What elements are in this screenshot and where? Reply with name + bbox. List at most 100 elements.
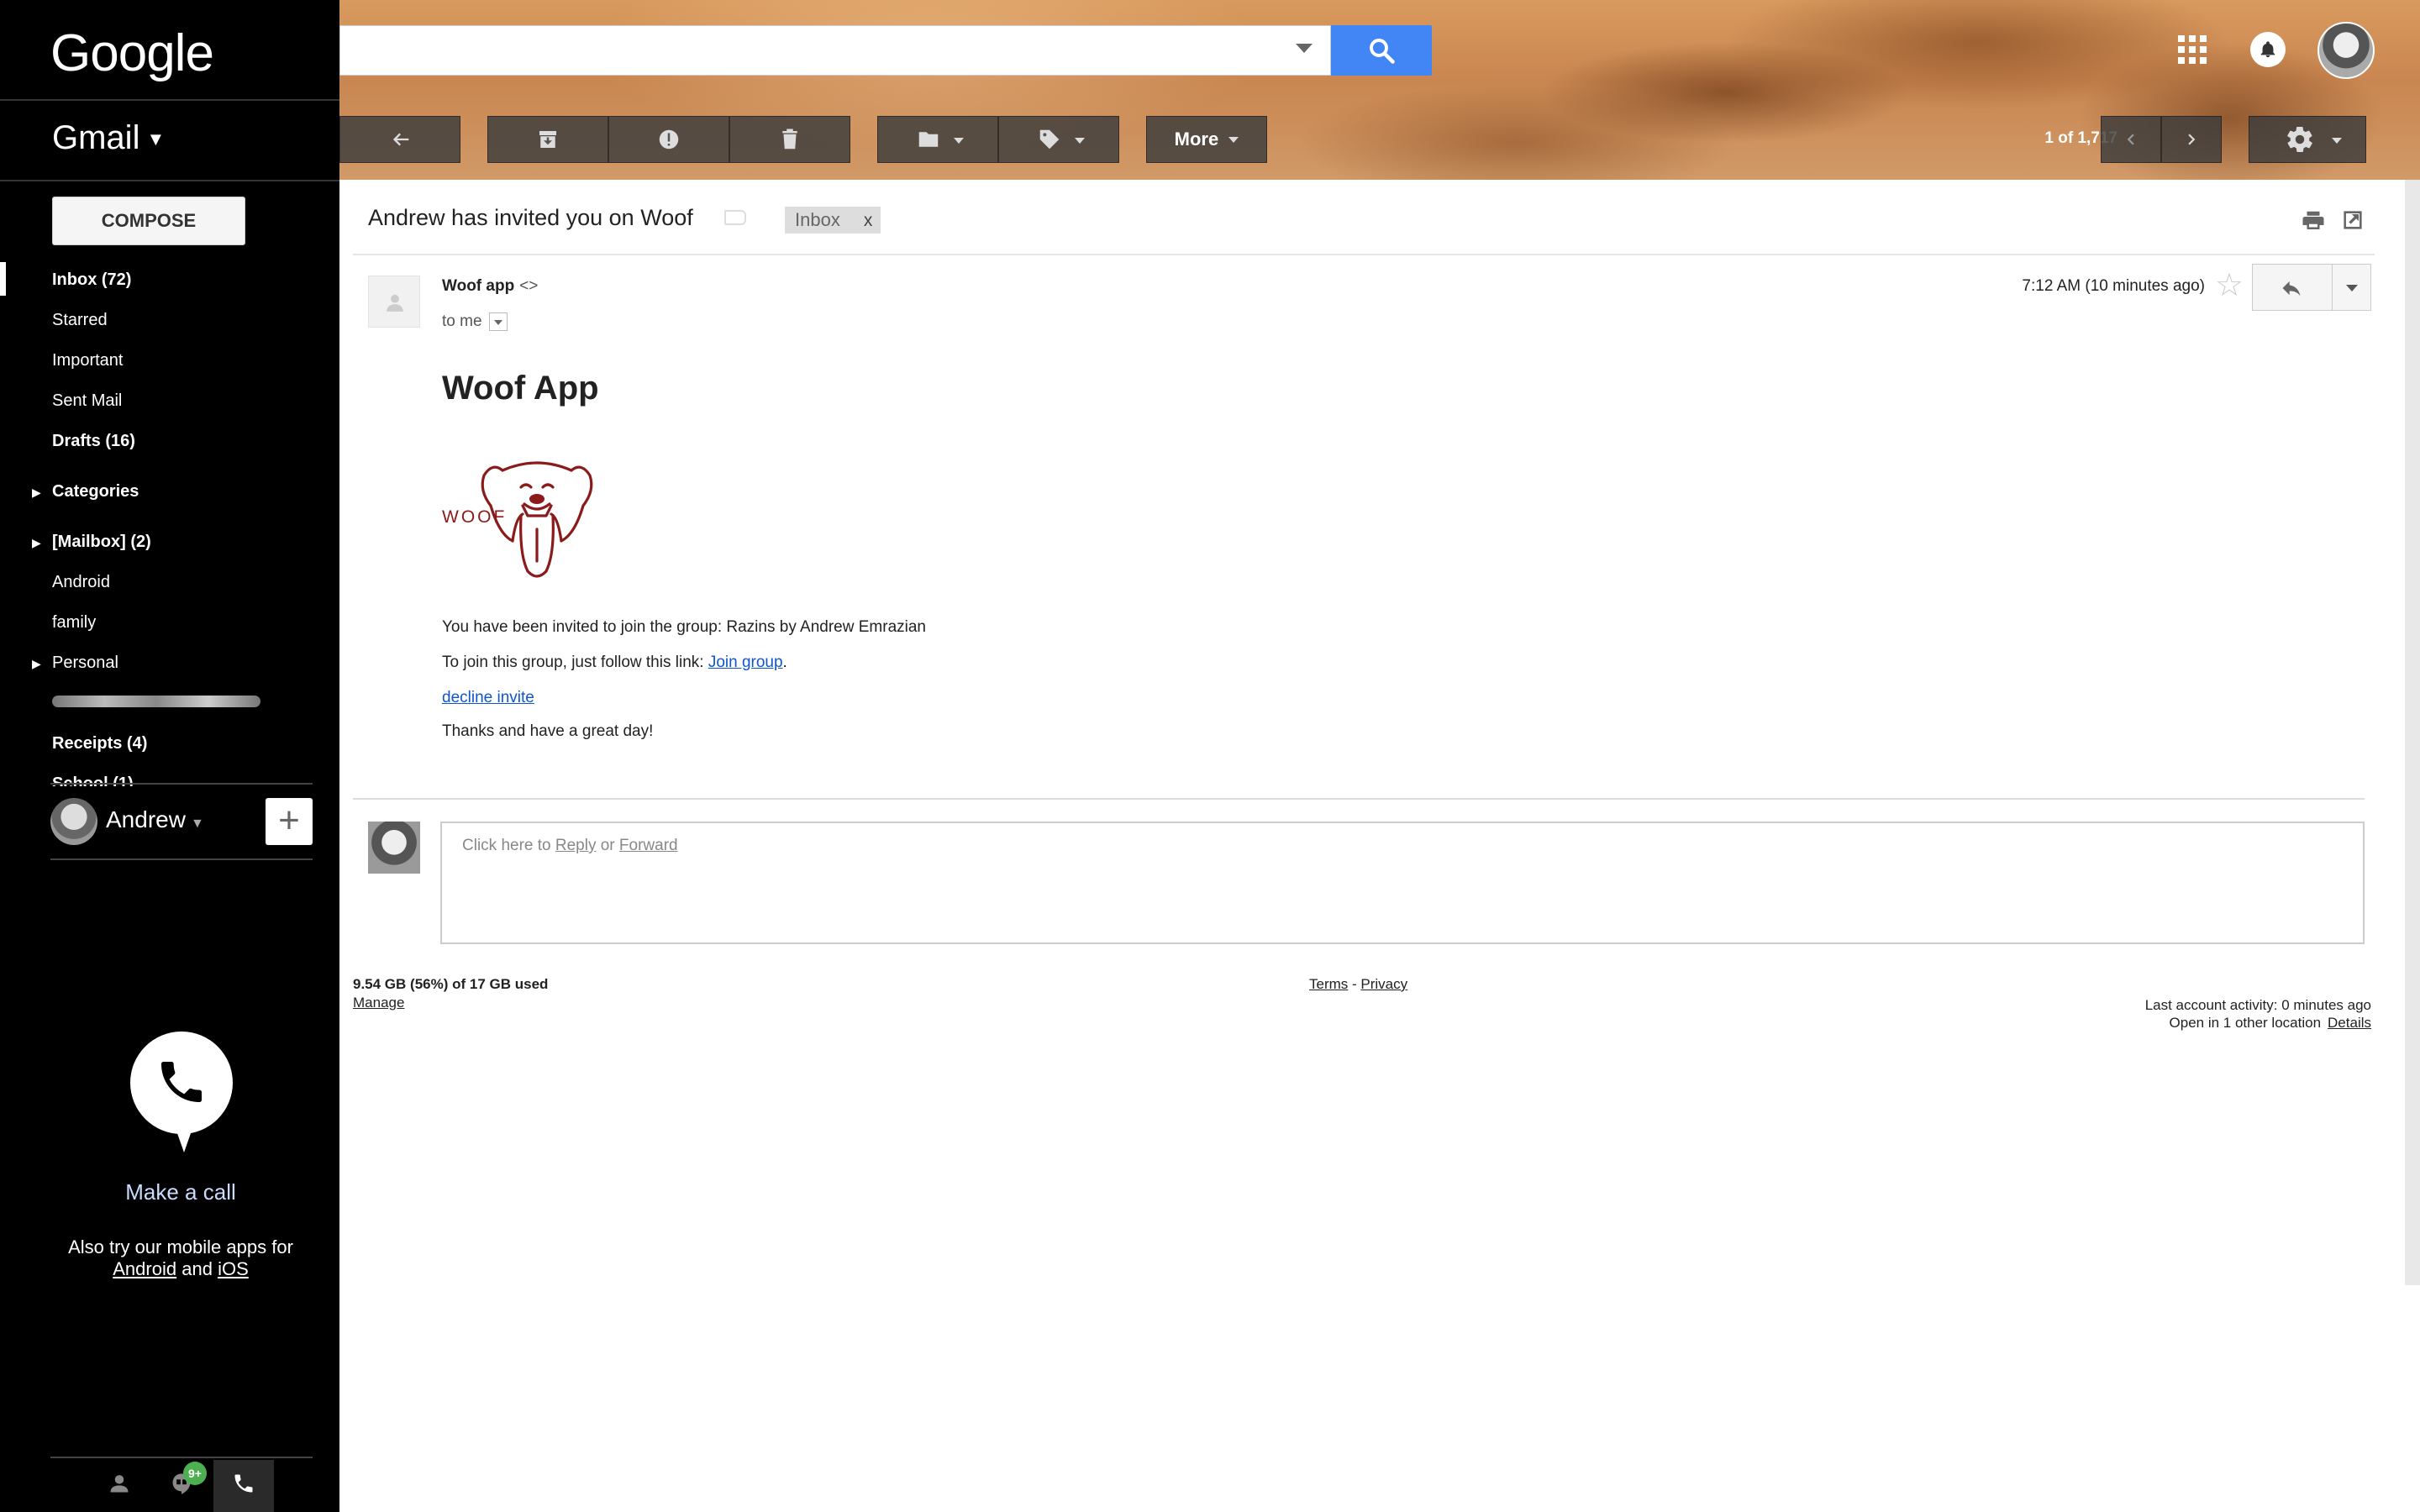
- remove-label-button[interactable]: x: [864, 211, 873, 230]
- message-subject: Andrew has invited you on Woof: [368, 205, 693, 230]
- contacts-tab[interactable]: [89, 1460, 150, 1512]
- search-button[interactable]: [1331, 25, 1432, 76]
- open-locations: Open in 1 other location Details: [1933, 1014, 2371, 1032]
- sidebar-item-family[interactable]: family: [52, 613, 96, 633]
- back-button[interactable]: [339, 116, 460, 163]
- sidebar-item-personal[interactable]: ▶ Personal: [32, 654, 118, 673]
- details-link[interactable]: Details: [2328, 1015, 2371, 1031]
- chevron-down-icon: ▼: [146, 129, 166, 150]
- more-label: More: [1174, 129, 1219, 150]
- add-icon[interactable]: +: [266, 798, 313, 845]
- sender[interactable]: Woof app <>: [442, 277, 538, 296]
- sidebar-item-inbox[interactable]: Inbox (72): [52, 270, 131, 290]
- sidebar-item-important[interactable]: Important: [52, 351, 123, 370]
- delete-button[interactable]: [729, 116, 850, 163]
- sidebar-item-mailbox[interactable]: ▶ [Mailbox] (2): [32, 533, 151, 552]
- reply-hint: Click here to Reply or Forward: [462, 837, 678, 855]
- print-icon[interactable]: [2301, 208, 2326, 234]
- manage-storage-link[interactable]: Manage: [353, 995, 404, 1011]
- move-to-button[interactable]: [877, 116, 998, 163]
- active-indicator: [0, 262, 6, 296]
- notifications-bell-icon[interactable]: [2250, 32, 2286, 67]
- chevron-down-icon: ▼: [190, 816, 204, 831]
- sidebar-item-categories[interactable]: ▶ Categories: [32, 482, 139, 501]
- forward-link[interactable]: Forward: [619, 837, 678, 854]
- search-input[interactable]: [339, 25, 1331, 76]
- report-spam-button[interactable]: [608, 116, 729, 163]
- chevron-down-icon: [1075, 138, 1085, 144]
- label-chip[interactable]: Inbox x: [785, 207, 881, 234]
- reply-link[interactable]: Reply: [555, 837, 597, 854]
- notification-badge: 9+: [183, 1462, 207, 1485]
- sidebar-item-starred[interactable]: Starred: [52, 311, 108, 330]
- new-window-icon[interactable]: [2341, 208, 2365, 232]
- reply-icon: [2282, 281, 2301, 297]
- make-call-link[interactable]: Make a call: [0, 1179, 361, 1205]
- divider: [0, 180, 339, 181]
- trash-icon: [782, 129, 797, 150]
- mobile-apps-prefix: Also try our mobile apps for: [68, 1236, 293, 1257]
- important-marker-icon[interactable]: [724, 210, 746, 225]
- avatar[interactable]: [2317, 22, 2375, 79]
- divider: [50, 1457, 313, 1458]
- label-chip-text: Inbox: [795, 209, 840, 230]
- decline-invite-link[interactable]: decline invite: [442, 689, 534, 706]
- expand-arrow-icon[interactable]: ▶: [32, 486, 41, 500]
- legal-separator: -: [1348, 976, 1361, 992]
- expand-arrow-icon[interactable]: ▶: [32, 657, 41, 671]
- gmail-label: Gmail: [52, 119, 140, 156]
- sidebar-item-receipts[interactable]: Receipts (4): [52, 734, 147, 753]
- last-activity-text: Last account activity: 0 minutes ago: [2144, 997, 2371, 1013]
- star-icon[interactable]: ☆: [2215, 269, 2244, 302]
- terms-link[interactable]: Terms: [1309, 976, 1348, 992]
- gear-icon: [2287, 127, 2312, 152]
- ios-link[interactable]: iOS: [218, 1258, 249, 1279]
- chevron-down-icon: [954, 138, 964, 144]
- reply-hint-or: or: [596, 837, 619, 854]
- sidebar-item-sent[interactable]: Sent Mail: [52, 391, 122, 411]
- compose-button[interactable]: COMPOSE: [52, 197, 245, 245]
- phone-icon: [234, 1474, 253, 1493]
- show-details-button[interactable]: [489, 312, 508, 331]
- newer-button[interactable]: [2101, 116, 2161, 163]
- labels-button[interactable]: [998, 116, 1119, 163]
- older-button[interactable]: [2161, 116, 2222, 163]
- recipient-line: to me: [442, 312, 482, 330]
- back-arrow-icon: [392, 133, 409, 146]
- person-icon: [387, 294, 403, 312]
- left-sidebar: Google Gmail ▼ COMPOSE Inbox (72) Starred…: [0, 0, 339, 1512]
- spam-icon: [659, 129, 679, 150]
- account-name: Andrew: [106, 806, 186, 832]
- mobile-apps-text: Also try our mobile apps for Android and…: [0, 1236, 361, 1280]
- phone-tab[interactable]: [213, 1460, 274, 1512]
- avatar: [368, 822, 420, 874]
- privacy-link[interactable]: Privacy: [1360, 976, 1407, 992]
- google-logo[interactable]: Google: [50, 24, 214, 83]
- expand-arrow-icon[interactable]: ▶: [32, 536, 41, 550]
- scrollbar[interactable]: [2405, 180, 2420, 1285]
- invite-text: You have been invited to join the group:…: [442, 618, 926, 636]
- android-link[interactable]: Android: [113, 1258, 176, 1279]
- search-options-icon[interactable]: [1296, 44, 1313, 53]
- join-group-link[interactable]: Join group: [708, 654, 783, 671]
- sender-avatar[interactable]: [368, 276, 420, 328]
- account-menu[interactable]: Andrew ▼: [106, 806, 204, 833]
- folder-icon: [918, 132, 939, 147]
- reply-more-button[interactable]: [2333, 264, 2371, 311]
- sidebar-item-android[interactable]: Android: [52, 573, 110, 592]
- avatar[interactable]: [50, 798, 97, 845]
- archive-button[interactable]: [487, 116, 608, 163]
- quick-reply-box[interactable]: Click here to Reply or Forward: [440, 822, 2365, 944]
- gmail-menu-button[interactable]: Gmail ▼: [52, 119, 165, 157]
- divider: [353, 798, 2365, 800]
- archive-icon: [539, 131, 556, 148]
- more-button[interactable]: More: [1146, 116, 1267, 163]
- account-activity: Last account activity: 0 minutes ago Ope…: [1933, 996, 2371, 1032]
- reply-button[interactable]: [2252, 264, 2333, 311]
- sidebar-item-drafts[interactable]: Drafts (16): [52, 432, 135, 451]
- settings-button[interactable]: [2249, 116, 2366, 163]
- chevron-left-icon: [2127, 134, 2134, 145]
- sender-email: <>: [519, 277, 539, 295]
- reply-hint-prefix: Click here to: [462, 837, 555, 854]
- apps-grid-icon[interactable]: [2178, 35, 2207, 64]
